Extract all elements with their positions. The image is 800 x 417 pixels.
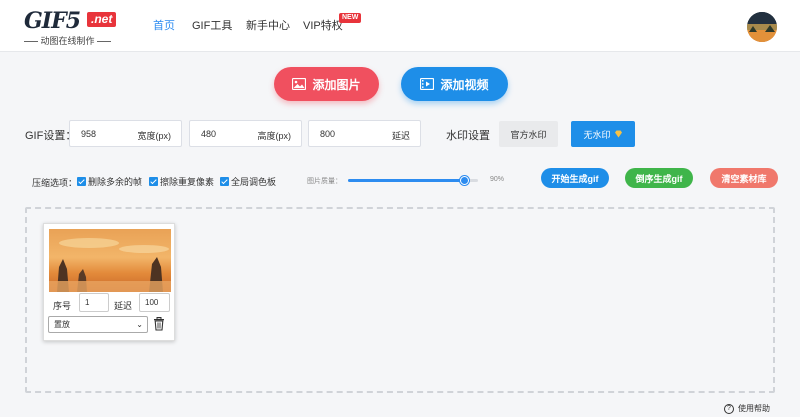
- user-avatar[interactable]: [747, 12, 777, 42]
- official-watermark-button[interactable]: 官方水印: [499, 121, 558, 147]
- height-field[interactable]: 480 高度(px): [189, 120, 302, 147]
- reverse-generate-gif-button[interactable]: 倒序生成gif: [625, 168, 693, 188]
- checkbox-checked-icon: [220, 177, 229, 186]
- compression-label: 压缩选项：: [32, 178, 78, 188]
- logo-divider: [24, 41, 38, 43]
- checkbox-label: 擦除重复像素: [160, 177, 215, 187]
- top-header: GIF5 .net 动图在线制作 首页 GIF工具 新手中心 VIP特权 NEW: [0, 0, 800, 52]
- frame-mode-value: 置放: [54, 320, 70, 329]
- frame-card[interactable]: 序号 1 延迟 100 置放 ⌄: [43, 223, 175, 341]
- width-unit: 宽度(px): [137, 131, 172, 141]
- logo-subtitle-text: 动图在线制作: [40, 36, 95, 46]
- site-logo[interactable]: GIF5 .net 动图在线制作: [24, 8, 124, 47]
- add-video-label: 添加视频: [440, 77, 489, 92]
- global-palette-checkbox[interactable]: 全局调色板: [220, 175, 276, 188]
- nav-home[interactable]: 首页: [153, 17, 175, 33]
- nav-vip[interactable]: VIP特权: [303, 17, 343, 33]
- nav-beginner-center[interactable]: 新手中心: [246, 17, 290, 33]
- delay-unit: 延迟: [391, 131, 410, 141]
- add-image-button[interactable]: 添加图片: [274, 67, 379, 101]
- no-watermark-label: 无水印: [583, 129, 611, 140]
- start-generate-gif-button[interactable]: 开始生成gif: [541, 168, 609, 188]
- frame-mode-select[interactable]: 置放 ⌄: [48, 316, 148, 333]
- nav-gif-tools[interactable]: GIF工具: [192, 17, 232, 33]
- delay-value: 800: [320, 129, 336, 139]
- height-value: 480: [201, 129, 217, 139]
- avatar-image: [747, 12, 777, 42]
- clear-library-button[interactable]: 清空素材库: [710, 168, 778, 188]
- trash-icon[interactable]: [153, 317, 165, 331]
- frame-thumbnail: [49, 229, 171, 292]
- logo-text: GIF5: [24, 8, 81, 34]
- quality-slider-thumb[interactable]: [460, 176, 469, 185]
- chevron-down-icon: ⌄: [136, 320, 143, 329]
- width-field[interactable]: 958 宽度(px): [69, 120, 182, 147]
- height-unit: 高度(px): [257, 131, 292, 141]
- checkbox-label: 删除多余的帧: [88, 177, 143, 187]
- quality-slider-fill: [348, 179, 465, 182]
- quality-value: 90%: [490, 176, 505, 183]
- video-icon: [420, 78, 435, 90]
- question-icon: ?: [724, 403, 734, 414]
- watermark-label: 水印设置: [446, 130, 490, 142]
- checkbox-label: 全局调色板: [231, 177, 277, 187]
- delay-field[interactable]: 800 延迟: [308, 120, 421, 147]
- quality-slider[interactable]: [348, 176, 478, 185]
- no-watermark-button[interactable]: 无水印: [571, 121, 635, 147]
- logo-divider: [97, 41, 112, 43]
- help-label: 使用帮助: [738, 404, 770, 413]
- erase-duplicate-pixels-checkbox[interactable]: 擦除重复像素: [149, 175, 214, 188]
- width-value: 958: [81, 129, 97, 139]
- remove-extra-frames-checkbox[interactable]: 删除多余的帧: [77, 175, 142, 188]
- diamond-icon: [614, 130, 622, 138]
- frame-delay-label: 延迟: [114, 301, 133, 311]
- checkbox-checked-icon: [77, 177, 86, 186]
- frame-index-label: 序号: [53, 301, 72, 311]
- add-image-label: 添加图片: [312, 77, 361, 92]
- frame-delay-input[interactable]: 100: [139, 293, 170, 312]
- help-link[interactable]: ? 使用帮助: [724, 403, 770, 414]
- checkbox-checked-icon: [149, 177, 158, 186]
- quality-label: 图片质量：: [307, 178, 342, 185]
- logo-subtitle: 动图在线制作: [24, 34, 112, 47]
- logo-badge: .net: [87, 12, 117, 27]
- new-badge: NEW: [339, 13, 362, 23]
- image-icon: [292, 78, 307, 90]
- frame-thumbnail-image: [49, 229, 171, 292]
- add-video-button[interactable]: 添加视频: [401, 67, 508, 101]
- frame-index-input[interactable]: 1: [79, 293, 109, 312]
